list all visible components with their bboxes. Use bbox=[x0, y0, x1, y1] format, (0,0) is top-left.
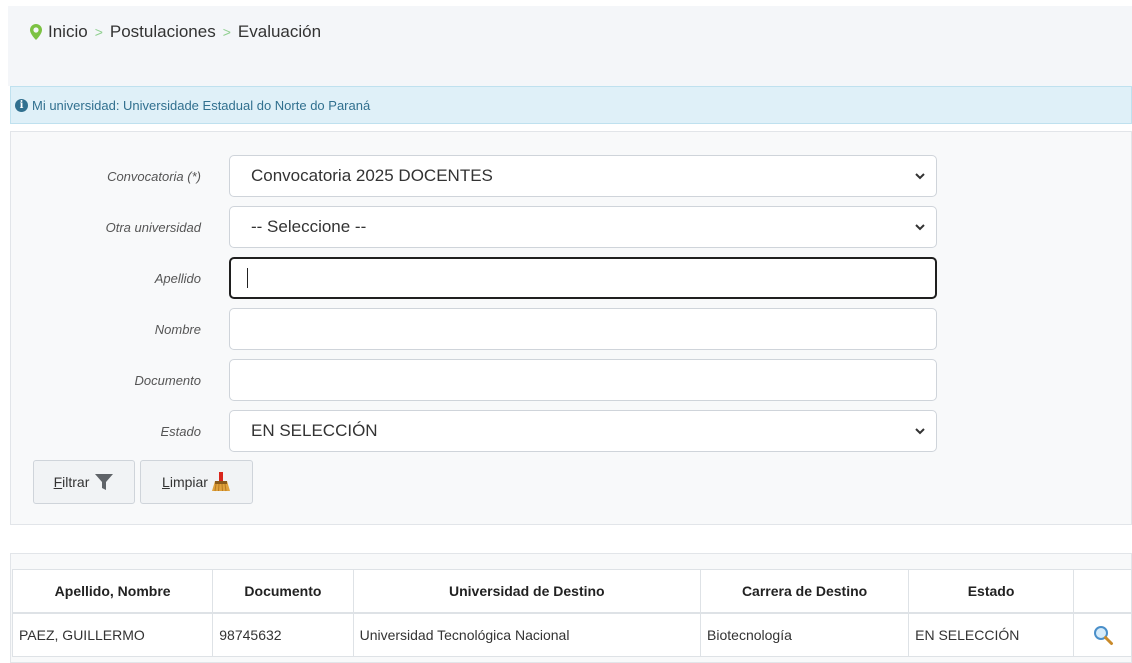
filtrar-label: iltrar bbox=[62, 474, 90, 490]
info-text: Mi universidad: Universidade Estadual do… bbox=[32, 97, 371, 113]
documento-input[interactable] bbox=[229, 359, 937, 401]
cell-carrera: Biotecnología bbox=[700, 612, 910, 657]
page-header-band bbox=[8, 58, 1132, 86]
nombre-input[interactable] bbox=[229, 308, 937, 350]
breadcrumb-current: Evaluación bbox=[237, 22, 322, 41]
estado-label: Estado bbox=[160, 424, 201, 439]
column-header[interactable]: Documento bbox=[212, 569, 354, 614]
otra-universidad-value: -- Seleccione -- bbox=[251, 217, 367, 236]
limpiar-label: impiar bbox=[169, 474, 208, 490]
limpiar-button[interactable]: Limpiar bbox=[140, 460, 253, 504]
chevron-down-icon bbox=[915, 428, 925, 435]
cell-documento: 98745632 bbox=[212, 612, 354, 657]
results-table: Apellido, Nombre Documento Universidad d… bbox=[11, 569, 1132, 657]
breadcrumb: Inicio > Postulaciones > Evaluación bbox=[8, 6, 1132, 58]
estado-select[interactable]: EN SELECCIÓN bbox=[229, 410, 937, 452]
breadcrumb-separator: > bbox=[222, 24, 231, 40]
nombre-label: Nombre bbox=[154, 322, 201, 337]
cell-action bbox=[1073, 612, 1132, 657]
cell-estado: EN SELECCIÓN bbox=[908, 612, 1074, 657]
otra-universidad-select[interactable]: -- Seleccione -- bbox=[229, 206, 937, 248]
otra-universidad-label: Otra universidad bbox=[105, 220, 201, 235]
column-header[interactable]: Universidad de Destino bbox=[352, 569, 702, 614]
magnifier-icon[interactable] bbox=[1092, 624, 1114, 646]
info-icon: i bbox=[15, 98, 28, 112]
broom-icon bbox=[211, 472, 230, 492]
apellido-label: Apellido bbox=[154, 271, 201, 286]
column-header[interactable]: Carrera de Destino bbox=[700, 569, 910, 614]
info-alert: i Mi universidad: Universidade Estadual … bbox=[10, 86, 1132, 124]
filtrar-button[interactable]: Filtrar bbox=[33, 460, 135, 504]
breadcrumb-separator: > bbox=[94, 24, 103, 40]
breadcrumb-home[interactable]: Inicio bbox=[48, 22, 88, 42]
table-row: PAEZ, GUILLERMO 98745632 Universidad Tec… bbox=[11, 612, 1132, 657]
convocatoria-value: Convocatoria 2025 DOCENTES bbox=[251, 166, 493, 185]
chevron-down-icon bbox=[915, 173, 925, 180]
filtrar-accesskey: F bbox=[53, 474, 63, 490]
column-header[interactable]: Estado bbox=[908, 569, 1074, 614]
cell-nombre: PAEZ, GUILLERMO bbox=[11, 612, 214, 657]
apellido-input[interactable] bbox=[229, 257, 937, 299]
column-header bbox=[1073, 569, 1132, 614]
convocatoria-select[interactable]: Convocatoria 2025 DOCENTES bbox=[229, 155, 937, 197]
column-header[interactable]: Apellido, Nombre bbox=[11, 569, 214, 614]
limpiar-accesskey: L bbox=[162, 474, 170, 490]
map-pin-icon bbox=[30, 24, 42, 40]
filter-panel: Convocatoria (*) Convocatoria 2025 DOCEN… bbox=[10, 131, 1132, 525]
convocatoria-label: Convocatoria (*) bbox=[107, 169, 201, 184]
chevron-down-icon bbox=[915, 224, 925, 231]
table-header-row: Apellido, Nombre Documento Universidad d… bbox=[11, 569, 1132, 614]
funnel-icon bbox=[95, 474, 114, 490]
estado-value: EN SELECCIÓN bbox=[251, 421, 378, 440]
breadcrumb-postulaciones[interactable]: Postulaciones bbox=[110, 22, 216, 42]
documento-label: Documento bbox=[134, 373, 201, 388]
cell-universidad: Universidad Tecnológica Nacional bbox=[352, 612, 702, 657]
text-cursor bbox=[247, 268, 248, 288]
